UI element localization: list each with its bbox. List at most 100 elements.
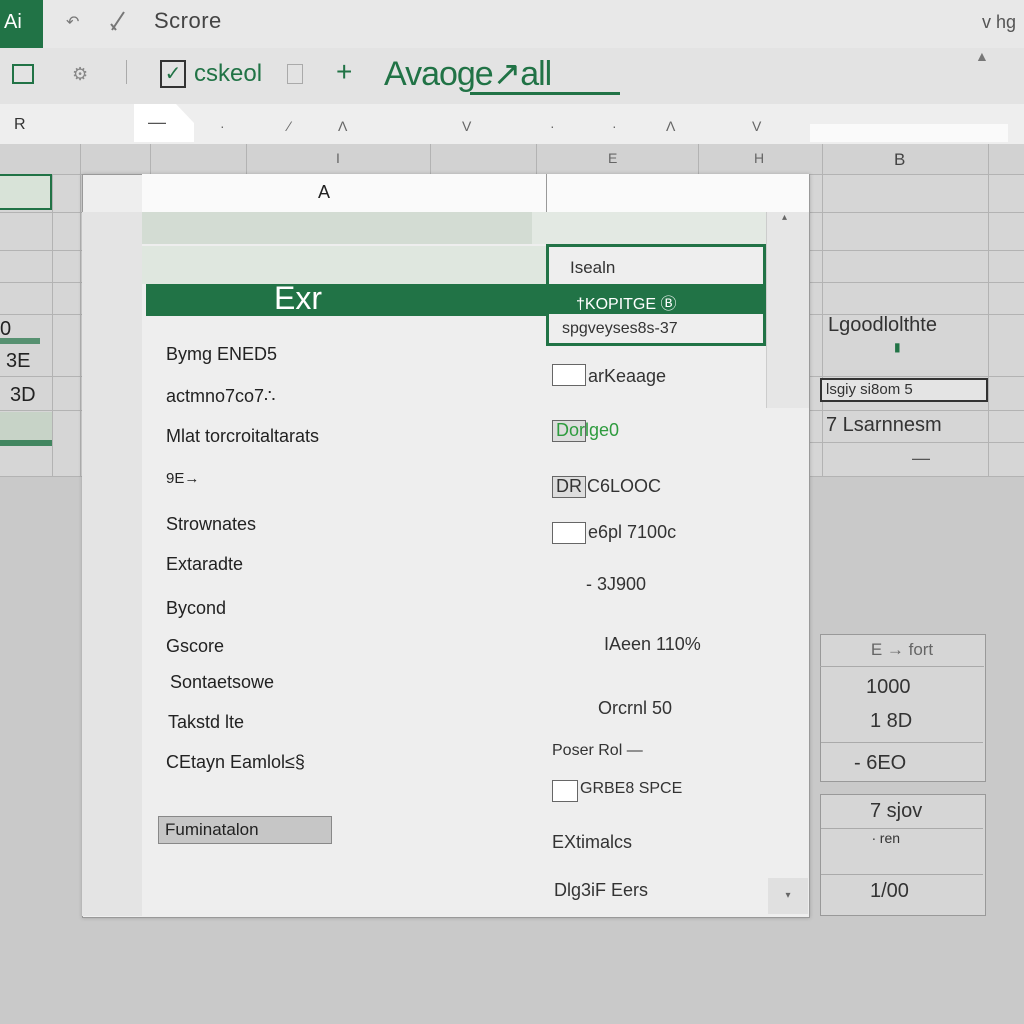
dialog-header-right — [546, 174, 809, 212]
grid-line — [698, 144, 699, 174]
summary-table-cell[interactable]: 1000 — [866, 676, 911, 699]
column-header-h[interactable]: H — [754, 150, 764, 166]
totals-table-cell[interactable]: 1/00 — [870, 880, 909, 903]
formula-mark: · — [220, 118, 225, 134]
cell-marker: ▮ — [894, 340, 901, 354]
grid-line — [0, 250, 82, 251]
dialog-header — [142, 174, 546, 213]
totals-table-cell[interactable]: ∙ ren — [872, 830, 900, 846]
average-function-button[interactable]: Avaoge↗all — [384, 54, 552, 94]
fx-dash: — — [148, 112, 166, 132]
column-header-i[interactable]: I — [336, 150, 340, 166]
dialog-value: Poser Rol — — [552, 742, 643, 759]
cell-dash: — — [912, 448, 930, 468]
summary-table-header: E → fort — [820, 634, 984, 667]
grid-line — [0, 476, 82, 477]
dialog-label: Sontaetsowe — [170, 672, 275, 692]
dialog-column-header: A — [318, 182, 331, 202]
grid-line — [246, 144, 247, 174]
table-line — [821, 828, 983, 829]
formula-input[interactable] — [810, 124, 1008, 142]
grid-line — [808, 376, 1024, 377]
gear-icon[interactable]: ⚙ — [72, 64, 88, 85]
dialog-label: Bycond — [166, 598, 227, 618]
document-title: Scrore — [154, 8, 222, 33]
grid-line — [430, 144, 431, 174]
dialog-band — [142, 246, 546, 284]
value-checkbox[interactable] — [552, 780, 578, 802]
cell-value[interactable]: 3D — [10, 384, 36, 407]
name-box[interactable]: R — [14, 116, 26, 134]
dialog-value: Orcrnl 50 — [598, 698, 673, 718]
checkbox-label: cskeol — [194, 60, 263, 87]
value-checkbox[interactable] — [552, 364, 586, 386]
grid-line — [150, 144, 151, 174]
undo-icon[interactable]: ↶ — [66, 12, 79, 32]
dialog-label: Gscore — [166, 636, 225, 656]
dialog-label: CEtayn Eamlol≤§ — [166, 752, 305, 772]
dialog-value: Dorlge0 — [556, 420, 620, 440]
empty-box-icon[interactable] — [287, 64, 303, 84]
table-style-icon[interactable] — [12, 64, 34, 84]
average-underline — [470, 92, 620, 95]
grid-line — [0, 376, 82, 377]
grid-line — [808, 476, 1024, 477]
app-badge[interactable]: Ai — [0, 0, 43, 50]
grid-line — [80, 144, 81, 476]
insert-button[interactable]: + — [336, 56, 352, 88]
column-header-b[interactable]: B — [894, 150, 905, 170]
table-line — [821, 874, 983, 875]
selection-box-middle: †KOPITGE Ⓑ — [576, 296, 677, 313]
dialog-scrollbar[interactable] — [766, 212, 809, 408]
summary-table-cell[interactable]: - 6EO — [854, 752, 906, 775]
summary-table-cell[interactable]: 1 8D — [870, 710, 912, 733]
grid-line — [0, 314, 82, 315]
column-header-row — [0, 144, 1024, 175]
dialog-value: DR C6LOOC — [556, 476, 662, 496]
grid-line — [808, 212, 1024, 213]
grid-line — [808, 250, 1024, 251]
totals-table-cell[interactable]: 7 sjov — [870, 800, 922, 823]
column-header-e[interactable]: E — [608, 150, 617, 166]
dialog-value: - 3J900 — [586, 574, 647, 594]
grid-line — [0, 410, 82, 411]
collapse-ribbon-icon[interactable]: ▲ — [975, 48, 989, 64]
footer-button[interactable]: Fuminatalon — [158, 816, 332, 844]
dialog-value: e6pl 7100c — [588, 522, 677, 542]
formula-mark: V — [752, 118, 762, 134]
cell-value[interactable]: 3E — [6, 350, 30, 373]
dialog-label: 9E→ — [166, 470, 200, 487]
selection-box-bottom: spgveyses8s-37 — [562, 320, 678, 337]
table-line — [821, 742, 983, 743]
cell-underline — [0, 338, 40, 344]
grid-line — [988, 144, 989, 476]
dialog-value: EXtimalcs — [552, 832, 633, 852]
scroll-down-button[interactable]: ▾ — [768, 878, 808, 914]
grid-line — [52, 174, 53, 476]
dialog-label: Bymg ENED5 — [166, 344, 278, 364]
selected-cell[interactable] — [0, 174, 52, 210]
value-checkbox[interactable] — [552, 522, 586, 544]
formula-mark: · — [550, 118, 555, 134]
cell-text[interactable]: Lgoodlolthte — [828, 314, 937, 337]
grid-line — [808, 442, 1024, 443]
dialog-value: arKeaage — [588, 366, 667, 386]
dialog-label: Strownates — [166, 514, 257, 534]
formula-mark: Λ — [338, 118, 348, 134]
dialog-label: Mlat torcroitaltarats — [166, 426, 320, 446]
user-account[interactable]: v hg — [982, 12, 1016, 33]
pen-icon[interactable] — [108, 10, 128, 37]
scroll-up-icon[interactable]: ▴ — [782, 212, 787, 223]
pen-icon-glyph — [110, 11, 125, 31]
checkbox[interactable]: ✓ — [160, 60, 186, 88]
dialog-band — [532, 212, 766, 244]
cell-text[interactable]: 7 Lsarnnesm — [826, 414, 942, 437]
selection-box-top: Isealn — [570, 258, 616, 277]
dialog-value: IAeen 110% — [604, 634, 701, 654]
dialog-value: Dlg3iF Eers — [554, 880, 649, 900]
highlighted-row[interactable] — [146, 284, 546, 316]
dialog-band — [142, 212, 532, 244]
active-cell[interactable]: lsgiy si8om 5 — [820, 378, 988, 402]
highlighted-row-label: Exr — [274, 280, 322, 316]
grid-line — [536, 144, 537, 174]
